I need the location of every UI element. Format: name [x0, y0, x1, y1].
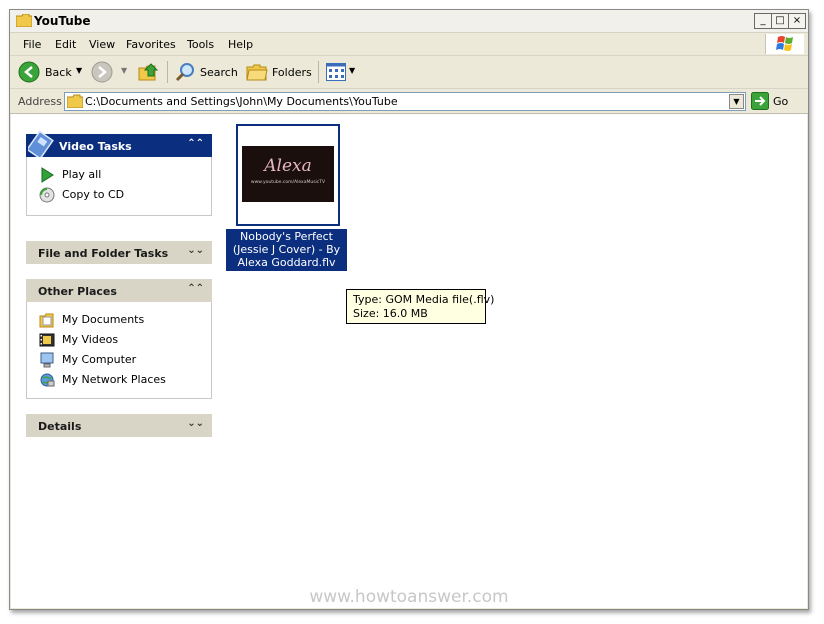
forward-arrow-icon	[91, 61, 113, 83]
back-dropdown-icon[interactable]: ▼	[76, 66, 82, 75]
menu-tools[interactable]: Tools	[187, 38, 214, 51]
menu-help[interactable]: Help	[228, 38, 253, 51]
film-strip-icon	[28, 130, 54, 158]
menu-file[interactable]: File	[23, 38, 41, 51]
go-button[interactable]: Go	[751, 92, 795, 110]
menu-favorites[interactable]: Favorites	[126, 38, 176, 51]
folder-view: Video Tasks ⌃⌃ Play all Copy to CD File …	[11, 114, 807, 608]
details-panel: Details ⌄⌄	[26, 414, 212, 437]
folder-icon	[67, 94, 83, 108]
play-icon	[41, 167, 54, 183]
toolbar-separator	[318, 61, 319, 83]
explorer-window: YouTube _ □ × File Edit View Favorites T…	[9, 9, 809, 610]
title-bar[interactable]: YouTube _ □ ×	[10, 10, 808, 33]
expand-chevron-icon[interactable]: ⌄⌄	[187, 245, 204, 256]
folders-label: Folders	[272, 66, 312, 79]
tooltip-size: Size: 16.0 MB	[353, 307, 428, 320]
my-network-places-label: My Network Places	[62, 373, 166, 386]
collapse-chevron-icon[interactable]: ⌃⌃	[187, 283, 204, 294]
back-label: Back	[45, 66, 72, 79]
details-title: Details	[38, 420, 82, 433]
my-computer-label: My Computer	[62, 353, 137, 366]
copy-to-cd-label: Copy to CD	[62, 188, 125, 201]
forward-dropdown-icon[interactable]: ▼	[121, 66, 127, 75]
video-tasks-panel: Video Tasks ⌃⌃ Play all Copy to CD	[26, 130, 212, 216]
standard-toolbar: Back ▼ ▼ Search Folders ▼	[10, 56, 808, 89]
file-folder-tasks-panel: File and Folder Tasks ⌄⌄	[26, 241, 212, 264]
other-places-header[interactable]: Other Places ⌃⌃	[26, 279, 212, 302]
file-folder-tasks-header[interactable]: File and Folder Tasks ⌄⌄	[26, 241, 212, 264]
video-thumbnail-image: Alexa www.youtube.com/AlexaMusicTV	[242, 146, 334, 202]
play-all-label: Play all	[62, 168, 102, 181]
watermark-text: www.howtoanswer.com	[309, 587, 509, 607]
back-arrow-icon	[18, 61, 40, 83]
up-folder-button[interactable]	[137, 60, 161, 84]
my-documents-icon	[39, 313, 54, 328]
menu-edit[interactable]: Edit	[55, 38, 76, 51]
other-places-body: My Documents My Videos My Computer My Ne…	[26, 302, 212, 399]
views-button[interactable]: ▼	[324, 61, 358, 83]
file-thumbnail[interactable]: Alexa www.youtube.com/AlexaMusicTV	[236, 124, 340, 226]
views-dropdown-icon: ▼	[349, 66, 356, 75]
network-places-icon	[40, 373, 55, 387]
thumbnail-logo-text: Alexa	[264, 156, 312, 176]
minimize-button[interactable]: _	[754, 13, 772, 29]
search-icon	[175, 63, 194, 82]
my-computer-icon	[40, 352, 54, 368]
file-name-label[interactable]: Nobody's Perfect (Jessie J Cover) - By A…	[226, 229, 347, 271]
windows-logo	[765, 34, 804, 54]
video-tasks-body: Play all Copy to CD	[26, 157, 212, 216]
views-icon	[326, 63, 346, 81]
back-button[interactable]: Back ▼	[16, 60, 84, 84]
up-folder-icon	[138, 63, 159, 81]
maximize-button[interactable]: □	[771, 13, 789, 29]
expand-chevron-icon[interactable]: ⌄⌄	[187, 418, 204, 429]
window-title: YouTube	[34, 14, 91, 28]
address-path: C:\Documents and Settings\John\My Docume…	[85, 95, 398, 108]
folders-icon	[246, 64, 268, 81]
close-button[interactable]: ×	[788, 13, 806, 29]
forward-button[interactable]: ▼	[90, 60, 130, 84]
tooltip-type: Type: GOM Media file(.flv)	[353, 293, 495, 306]
folder-icon	[16, 14, 32, 27]
cd-icon	[39, 187, 55, 203]
windows-flag-icon	[776, 36, 793, 51]
address-label: Address	[18, 95, 62, 108]
other-places-title: Other Places	[38, 285, 117, 298]
video-tasks-title: Video Tasks	[59, 140, 132, 153]
file-folder-tasks-title: File and Folder Tasks	[38, 247, 169, 260]
search-label: Search	[200, 66, 238, 79]
address-input[interactable]: C:\Documents and Settings\John\My Docume…	[64, 92, 746, 111]
menu-view[interactable]: View	[89, 38, 115, 51]
other-places-panel: Other Places ⌃⌃ My Documents My Videos M…	[26, 279, 212, 399]
file-tooltip: Type: GOM Media file(.flv) Size: 16.0 MB	[346, 289, 494, 324]
toolbar-separator	[167, 61, 168, 83]
details-header[interactable]: Details ⌄⌄	[26, 414, 212, 437]
go-label: Go	[773, 95, 789, 108]
video-tasks-header[interactable]: Video Tasks ⌃⌃	[26, 130, 212, 158]
menu-bar: File Edit View Favorites Tools Help	[10, 33, 808, 56]
my-documents-label: My Documents	[62, 313, 145, 326]
folders-button[interactable]: Folders	[244, 60, 312, 84]
thumbnail-url-text: www.youtube.com/AlexaMusicTV	[250, 180, 326, 185]
address-dropdown-button[interactable]: ▼	[729, 94, 744, 109]
go-arrow-icon	[751, 92, 769, 110]
search-button[interactable]: Search	[172, 60, 238, 84]
address-bar: Address C:\Documents and Settings\John\M…	[10, 89, 808, 114]
my-videos-icon	[39, 333, 55, 347]
collapse-chevron-icon[interactable]: ⌃⌃	[187, 138, 204, 149]
my-videos-label: My Videos	[62, 333, 119, 346]
